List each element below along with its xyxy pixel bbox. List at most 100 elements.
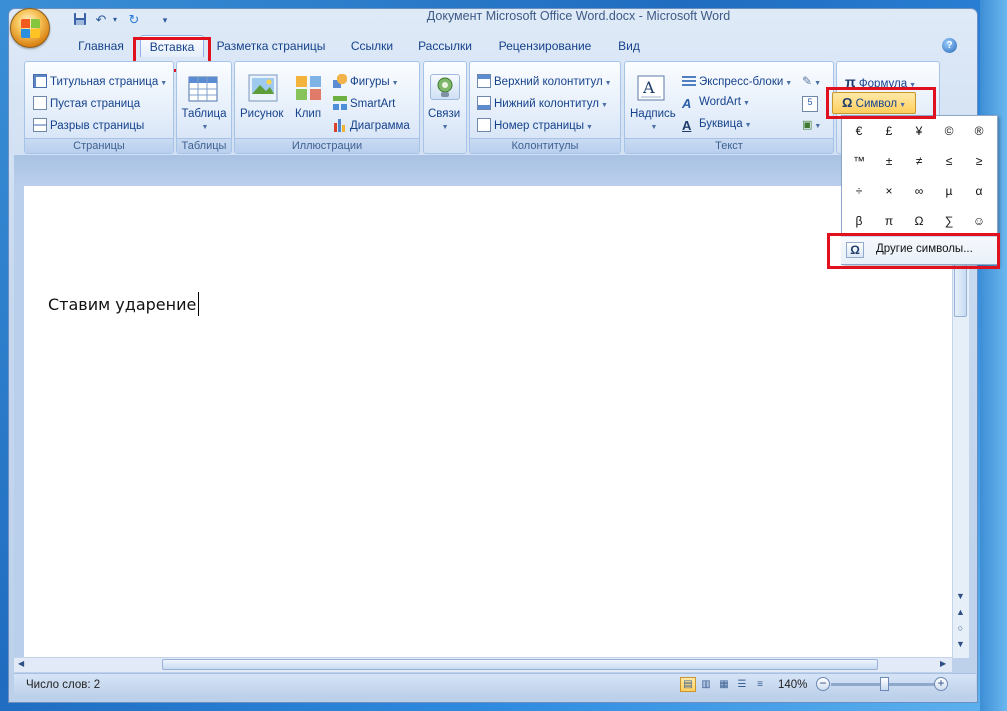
- header-icon: [477, 74, 491, 88]
- horizontal-scroll-thumb[interactable]: [162, 659, 878, 670]
- tab-references[interactable]: Ссылки: [342, 35, 402, 57]
- customize-qat-icon[interactable]: ▾: [157, 12, 173, 28]
- text-caret: [198, 292, 199, 316]
- wordart-icon: A: [682, 96, 692, 111]
- document-text[interactable]: Ставим ударение: [48, 295, 196, 314]
- symbol-infinity[interactable]: ∞: [904, 176, 934, 206]
- smartart-button[interactable]: SmartArt: [333, 96, 395, 110]
- zoom-in-icon[interactable]: +: [934, 677, 948, 691]
- zoom-out-icon[interactable]: −: [816, 677, 830, 691]
- page-break-button[interactable]: Разрыв страницы: [33, 118, 144, 132]
- highlight-more-symbols: [827, 233, 1000, 269]
- insert-object-icon[interactable]: ▣ ▼: [802, 118, 824, 134]
- footer-button[interactable]: Нижний колонтитул ▼: [477, 96, 608, 110]
- cover-page-label: Титульная страница: [50, 76, 159, 88]
- cover-page-button[interactable]: Титульная страница ▼: [33, 74, 167, 88]
- clip-art-button[interactable]: Клип: [295, 108, 321, 120]
- browse-object-icon[interactable]: ○: [954, 622, 967, 634]
- symbol-registered[interactable]: ®: [964, 116, 994, 146]
- drop-cap-icon: A: [682, 118, 692, 133]
- tab-page-layout[interactable]: Разметка страницы: [212, 35, 330, 57]
- text-box-icon: A: [636, 74, 666, 102]
- signature-line-icon[interactable]: ✎ ▼: [802, 74, 824, 90]
- tab-home[interactable]: Главная: [72, 35, 130, 57]
- symbol-greater-equal[interactable]: ≥: [964, 146, 994, 176]
- symbol-alpha[interactable]: α: [964, 176, 994, 206]
- outline-icon[interactable]: ☰: [734, 677, 750, 692]
- draft-icon[interactable]: ≡: [752, 677, 768, 692]
- office-logo-icon: [21, 19, 40, 38]
- symbol-grid: € £ ¥ © ® ™ ± ≠ ≤ ≥ ÷ × ∞ µ α β π Ω ∑ ☺: [842, 116, 997, 236]
- drop-cap-button[interactable]: A Буквица ▼: [682, 118, 752, 133]
- cover-page-icon: [33, 74, 47, 88]
- symbol-less-equal[interactable]: ≤: [934, 146, 964, 176]
- tab-view[interactable]: Вид: [610, 35, 648, 57]
- symbol-euro[interactable]: €: [844, 116, 874, 146]
- symbol-yen[interactable]: ¥: [904, 116, 934, 146]
- symbol-multiply[interactable]: ×: [874, 176, 904, 206]
- text-box-button[interactable]: Надпись ▼: [630, 108, 676, 132]
- picture-icon: [248, 74, 278, 102]
- footer-label: Нижний колонтитул: [494, 98, 599, 110]
- previous-page-icon[interactable]: ▲: [954, 606, 967, 618]
- table-button[interactable]: Таблица ▼: [178, 108, 230, 132]
- symbol-plus-minus[interactable]: ±: [874, 146, 904, 176]
- links-label: Связи: [428, 108, 461, 120]
- page-break-icon: [33, 118, 47, 132]
- word-count[interactable]: Число слов: 2: [26, 679, 100, 691]
- symbol-divide[interactable]: ÷: [844, 176, 874, 206]
- symbol-micro[interactable]: µ: [934, 176, 964, 206]
- symbol-trademark[interactable]: ™: [844, 146, 874, 176]
- symbol-omega[interactable]: Ω: [904, 206, 934, 236]
- date-time-icon[interactable]: 5: [802, 96, 818, 112]
- symbol-sigma[interactable]: ∑: [934, 206, 964, 236]
- office-button[interactable]: [10, 8, 50, 48]
- smartart-icon: [333, 96, 347, 110]
- page-number-icon: [477, 118, 491, 132]
- header-label: Верхний колонтитул: [494, 76, 603, 88]
- desktop-background: [980, 0, 1007, 711]
- symbol-beta[interactable]: β: [844, 206, 874, 236]
- scroll-right-arrow-icon[interactable]: ▶: [940, 659, 950, 670]
- symbol-smiley[interactable]: ☺: [964, 206, 994, 236]
- scroll-left-arrow-icon[interactable]: ◀: [18, 659, 28, 670]
- blank-page-label: Пустая страница: [50, 98, 141, 110]
- group-pages-label: Страницы: [25, 138, 173, 153]
- links-button[interactable]: Связи ▼: [428, 108, 460, 132]
- save-icon[interactable]: [72, 12, 88, 28]
- full-screen-reading-icon[interactable]: ▥: [698, 677, 714, 692]
- symbol-not-equal[interactable]: ≠: [904, 146, 934, 176]
- symbol-copyright[interactable]: ©: [934, 116, 964, 146]
- drop-cap-label: Буквица: [699, 118, 743, 130]
- svg-text:A: A: [642, 78, 655, 97]
- header-button[interactable]: Верхний колонтитул ▼: [477, 74, 612, 88]
- wordart-label: WordArt: [699, 96, 741, 108]
- picture-button[interactable]: Рисунок: [240, 108, 283, 120]
- shapes-button[interactable]: Фигуры ▼: [333, 74, 399, 88]
- shapes-icon: [333, 74, 347, 88]
- next-page-icon[interactable]: ▼: [954, 638, 967, 650]
- web-layout-icon[interactable]: ▦: [716, 677, 732, 692]
- symbol-pound[interactable]: £: [874, 116, 904, 146]
- help-icon[interactable]: ?: [942, 38, 957, 53]
- scroll-down-arrow-icon[interactable]: ▼: [954, 590, 967, 602]
- tab-review[interactable]: Рецензирование: [490, 35, 600, 57]
- tab-mailings[interactable]: Рассылки: [412, 35, 478, 57]
- redo-icon[interactable]: ↻: [126, 12, 142, 28]
- document-page[interactable]: [24, 186, 952, 658]
- chart-button[interactable]: Диаграмма: [333, 118, 410, 132]
- blank-page-button[interactable]: Пустая страница: [33, 96, 140, 110]
- blank-page-icon: [33, 96, 47, 110]
- window-title: Документ Microsoft Office Word.docx - Mi…: [426, 9, 731, 23]
- print-layout-icon[interactable]: ▤: [680, 677, 696, 692]
- quick-parts-icon: [682, 74, 696, 88]
- links-icon: [430, 74, 460, 100]
- zoom-slider-thumb[interactable]: [880, 677, 889, 691]
- zoom-level[interactable]: 140%: [778, 679, 807, 691]
- symbol-pi[interactable]: π: [874, 206, 904, 236]
- table-icon: [188, 76, 218, 102]
- page-number-button[interactable]: Номер страницы ▼: [477, 118, 593, 132]
- undo-dropdown-icon[interactable]: ▾: [107, 12, 123, 28]
- quick-parts-button[interactable]: Экспресс-блоки ▼: [682, 74, 792, 88]
- wordart-button[interactable]: A WordArt ▼: [682, 96, 750, 111]
